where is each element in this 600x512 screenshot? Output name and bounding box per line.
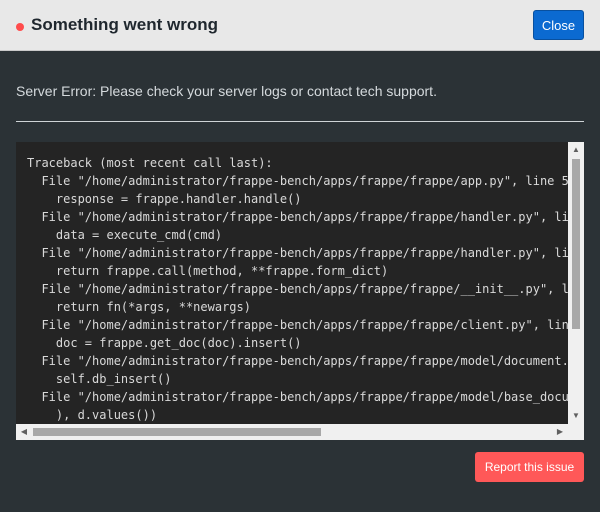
horizontal-scrollbar[interactable]: ◀ ▶ (16, 424, 568, 440)
divider (16, 121, 584, 122)
scroll-corner (568, 424, 584, 440)
scroll-left-icon[interactable]: ◀ (16, 424, 32, 440)
horizontal-scroll-thumb[interactable] (33, 428, 321, 436)
error-indicator-dot (16, 23, 24, 31)
report-issue-button[interactable]: Report this issue (475, 452, 584, 482)
scroll-up-icon[interactable]: ▲ (568, 142, 584, 158)
scroll-right-icon[interactable]: ▶ (552, 424, 568, 440)
traceback-panel[interactable]: Traceback (most recent call last): File … (16, 142, 584, 440)
dialog-title: Something went wrong (31, 15, 218, 34)
traceback-text: Traceback (most recent call last): File … (27, 156, 577, 422)
error-dialog: Something went wrong Close Server Error:… (0, 0, 600, 512)
error-message: Server Error: Please check your server l… (16, 83, 437, 99)
vertical-scroll-thumb[interactable] (572, 159, 580, 329)
dialog-header: Something went wrong Close (0, 0, 600, 51)
vertical-scrollbar[interactable]: ▲ ▼ (568, 142, 584, 424)
scroll-down-icon[interactable]: ▼ (568, 408, 584, 424)
close-button[interactable]: Close (533, 10, 584, 40)
